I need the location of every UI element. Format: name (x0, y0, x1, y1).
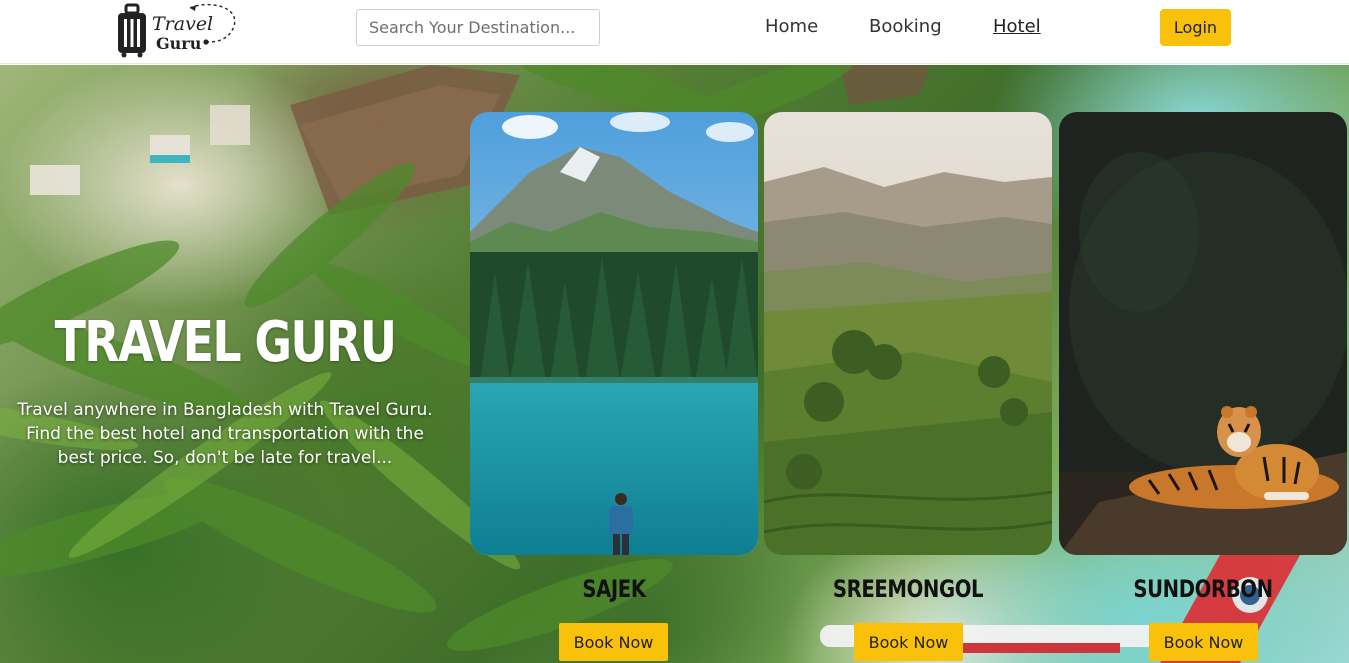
suitcase-icon: Travel Guru (118, 3, 236, 58)
hero-description: Travel anywhere in Bangladesh with Trave… (17, 400, 433, 468)
destination-card-sundorbon[interactable] (1059, 112, 1347, 555)
destination-name-sundorbon: SUNDORBON (1133, 575, 1273, 603)
navbar: Travel Guru Home Booking Hotel Login (0, 0, 1349, 64)
book-now-button-sreemongol[interactable]: Book Now (854, 623, 963, 661)
book-now-button-sajek[interactable]: Book Now (559, 623, 668, 661)
nav-hotel[interactable]: Hotel (993, 16, 1041, 37)
logo-text-guru: Guru (156, 34, 202, 53)
hero-section: TRAVEL GURU Travel anywhere in Banglades… (0, 65, 1349, 663)
login-button[interactable]: Login (1160, 9, 1231, 46)
book-now-button-sundorbon[interactable]: Book Now (1149, 623, 1258, 661)
logo-text-travel: Travel (152, 13, 213, 35)
destination-name-sajek: SAJEK (582, 575, 646, 603)
search-input[interactable] (356, 9, 600, 46)
nav-home[interactable]: Home (765, 16, 818, 37)
mountain-lake-photo (470, 112, 758, 555)
logo[interactable]: Travel Guru (116, 2, 240, 58)
destination-name-sreemongol: SREEMONGOL (832, 575, 984, 603)
tea-hills-photo (764, 112, 1052, 555)
nav-booking[interactable]: Booking (869, 16, 942, 37)
destination-card-sreemongol[interactable] (764, 112, 1052, 555)
destination-card-sajek[interactable] (470, 112, 758, 555)
tiger-forest-photo (1059, 112, 1347, 555)
hero-title: TRAVEL GURU (54, 310, 397, 375)
